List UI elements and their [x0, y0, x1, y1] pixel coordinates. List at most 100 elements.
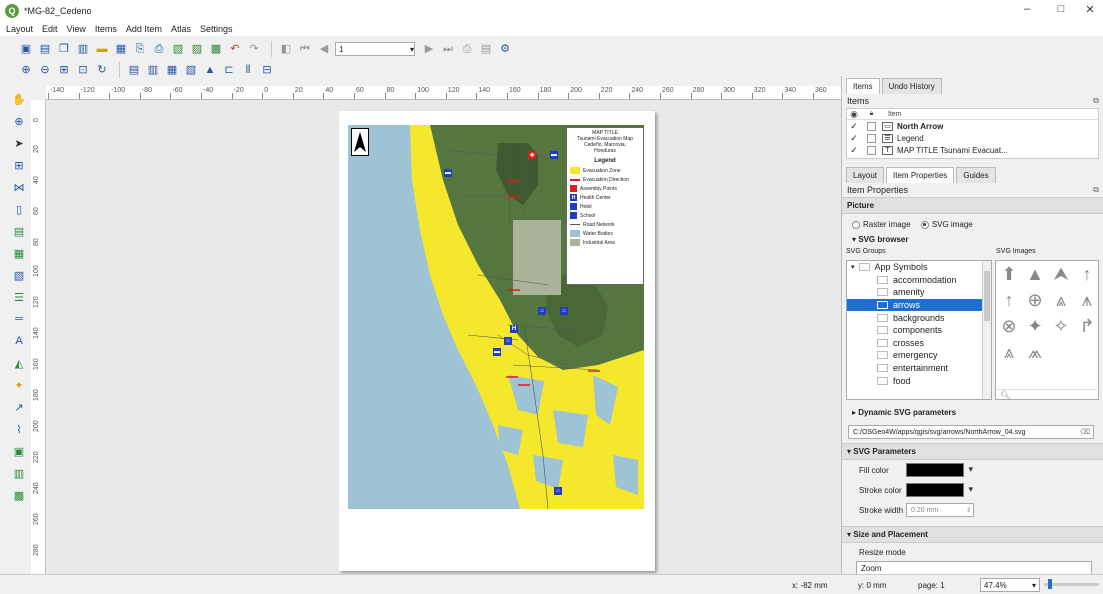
tab-item-properties[interactable]: Item Properties	[886, 167, 955, 183]
add-attribute-table-icon[interactable]: ▥	[10, 464, 28, 482]
export-pdf-icon[interactable]: ▩	[208, 41, 224, 57]
zoom-actual-icon[interactable]: ⊡	[75, 62, 91, 78]
add-polyline-icon[interactable]: ⌇	[10, 420, 28, 438]
menu-atlas[interactable]: Atlas	[171, 24, 191, 34]
raster-image-radio[interactable]	[852, 220, 860, 229]
add-arrow-icon[interactable]: ↗	[10, 398, 28, 416]
svg-image-radio[interactable]	[920, 220, 929, 229]
add-fixed-table-icon[interactable]: ▩	[10, 486, 28, 504]
map-item[interactable]: ✚ ▬ ▬ ⌂ ⌂ H ⌂ ▬ ⌂ MAP TITLE Tsunami Evac…	[348, 125, 644, 509]
edit-nodes-icon[interactable]: ⋈	[10, 178, 28, 196]
menu-view[interactable]: View	[67, 24, 86, 34]
lock-checkbox[interactable]	[867, 145, 876, 155]
add-label-icon[interactable]: A	[10, 332, 28, 350]
group-items-icon[interactable]: ▦	[164, 62, 180, 78]
add-scalebar-icon[interactable]: ═	[10, 310, 28, 328]
lock-checkbox[interactable]	[867, 121, 876, 131]
add-legend-icon[interactable]: ☰	[10, 288, 28, 306]
atlas-preview-icon[interactable]: ◧	[278, 41, 294, 57]
zoom-full-icon[interactable]: ⊞	[56, 62, 72, 78]
north-arrow-outline-icon[interactable]: ⩚	[1074, 287, 1100, 313]
add-picture-icon[interactable]: ▧	[10, 266, 28, 284]
item-row[interactable]: ✓ ▭ North Arrow	[847, 120, 1098, 132]
map-legend[interactable]: MAP TITLE Tsunami Evacuation Map Cedeño,…	[566, 127, 644, 285]
previous-feature-icon[interactable]: ◀	[316, 41, 332, 57]
atlas-page-combobox[interactable]: 1 ▾	[335, 42, 415, 56]
float-panel-icon[interactable]: ⧉	[1093, 185, 1099, 195]
svg-group-item[interactable]: food	[847, 374, 991, 387]
item-row[interactable]: ✓ ☰ Legend	[847, 132, 1098, 144]
add-marker-icon[interactable]: ✦	[10, 376, 28, 394]
groups-scrollbar[interactable]	[982, 261, 991, 399]
item-row[interactable]: ✓ T MAP TITLE Tsunami Evacuat...	[847, 144, 1098, 156]
north-arrow-a-icon[interactable]: ⩓	[1048, 287, 1074, 313]
visible-check-icon[interactable]: ✓	[847, 121, 861, 132]
visible-check-icon[interactable]: ✓	[847, 133, 861, 144]
layout-canvas[interactable]: ✚ ▬ ▬ ⌂ ⌂ H ⌂ ▬ ⌂ MAP TITLE Tsunami Evac…	[46, 100, 841, 574]
unlock-items-icon[interactable]: ▥	[145, 62, 161, 78]
first-feature-icon[interactable]: ⏮	[297, 41, 313, 57]
move-content-icon[interactable]: ⊞	[10, 156, 28, 174]
save-template-icon[interactable]: ▦	[113, 41, 129, 57]
export-atlas-icon[interactable]: ▤	[478, 41, 494, 57]
image-filter-search-icon[interactable]: 🔍︎	[996, 389, 1100, 401]
svg-group-item[interactable]: amenity	[847, 286, 991, 299]
svg-images-grid[interactable]: ⬆ ▲ ⮝ ↑ ↑ ⊕ ⩓ ⩚ ⊗ ✦ ✧ ↱ ⩓ ⩕ 🔍︎	[995, 260, 1100, 401]
groups-scrollbar-thumb[interactable]	[984, 271, 990, 321]
compass-rose-icon[interactable]: ⊗	[996, 313, 1022, 339]
half-arrow-icon[interactable]: ⩕	[1022, 339, 1048, 365]
duplicate-layout-icon[interactable]: ❐	[56, 41, 72, 57]
menu-items[interactable]: Items	[95, 24, 117, 34]
menu-settings[interactable]: Settings	[200, 24, 233, 34]
page-setup-icon[interactable]: ⎘	[132, 41, 148, 57]
lock-checkbox[interactable]	[867, 133, 876, 143]
add-shape-icon[interactable]: ◭	[10, 354, 28, 372]
last-feature-icon[interactable]: ⏭	[440, 41, 456, 57]
clear-icon[interactable]: ⌫	[1080, 428, 1090, 436]
layout-manager-icon[interactable]: ▥	[75, 41, 91, 57]
distribute-icon[interactable]: ⫴	[240, 62, 256, 78]
tab-guides[interactable]: Guides	[956, 167, 996, 183]
add-map-icon[interactable]: ▤	[10, 222, 28, 240]
fill-color-button[interactable]	[906, 463, 973, 477]
svg-group-item[interactable]: components	[847, 324, 991, 337]
north-arrow[interactable]	[351, 128, 369, 156]
menu-layout[interactable]: Layout	[6, 24, 33, 34]
svg-group-item[interactable]: arrows	[847, 298, 991, 312]
undo-icon[interactable]: ↶	[227, 41, 243, 57]
svg-params-header[interactable]: ▾ SVG Parameters	[842, 443, 1103, 460]
arrow-slim-icon[interactable]: ⮝	[1048, 261, 1074, 287]
size-placement-header[interactable]: ▾ Size and Placement	[842, 526, 1103, 543]
svg-browser-header[interactable]: ▾ SVG browser	[842, 235, 1103, 248]
zoom-tool-icon[interactable]: ⊕	[10, 112, 28, 130]
add-3d-map-icon[interactable]: ▦	[10, 244, 28, 262]
new-layout-icon[interactable]: ▤	[37, 41, 53, 57]
print-icon[interactable]: ⎙	[151, 41, 167, 57]
next-feature-icon[interactable]: ▶	[421, 41, 437, 57]
refresh-icon[interactable]: ↻	[94, 62, 110, 78]
expand-arrow-icon[interactable]: ▾	[851, 263, 855, 271]
svg-group-item[interactable]: accommodation	[847, 274, 991, 287]
export-image-icon[interactable]: ▧	[170, 41, 186, 57]
dynamic-params-header[interactable]: ▸ Dynamic SVG parameters	[842, 400, 1103, 421]
zoom-slider[interactable]	[1044, 579, 1099, 589]
layout-page[interactable]: ✚ ▬ ▬ ⌂ ⌂ H ⌂ ▬ ⌂ MAP TITLE Tsunami Evac…	[339, 111, 655, 571]
atlas-settings-icon[interactable]: ⚙	[497, 41, 513, 57]
redo-icon[interactable]: ↷	[246, 41, 262, 57]
star-compass-icon[interactable]: ✦	[1022, 313, 1048, 339]
arrow-triangle-icon[interactable]: ▲	[1022, 261, 1048, 287]
raise-items-icon[interactable]: ▲	[202, 62, 218, 78]
svg-group-item[interactable]: backgrounds	[847, 311, 991, 324]
minimize-button[interactable]: –	[1018, 3, 1036, 15]
zoom-slider-handle[interactable]	[1048, 579, 1052, 589]
align-left-icon[interactable]: ⊏	[221, 62, 237, 78]
open-folder-icon[interactable]: ▬	[94, 41, 110, 57]
lock-items-icon[interactable]: ▤	[126, 62, 142, 78]
select-move-icon[interactable]: ➤	[10, 134, 28, 152]
pan-icon[interactable]: ✋	[10, 90, 28, 108]
svg-group-item[interactable]: entertainment	[847, 362, 991, 375]
ungroup-items-icon[interactable]: ▧	[183, 62, 199, 78]
svg-group-item[interactable]: emergency	[847, 349, 991, 362]
resize-mode-combobox[interactable]: Zoom	[856, 561, 1092, 574]
maximize-button[interactable]: □	[1052, 3, 1070, 15]
